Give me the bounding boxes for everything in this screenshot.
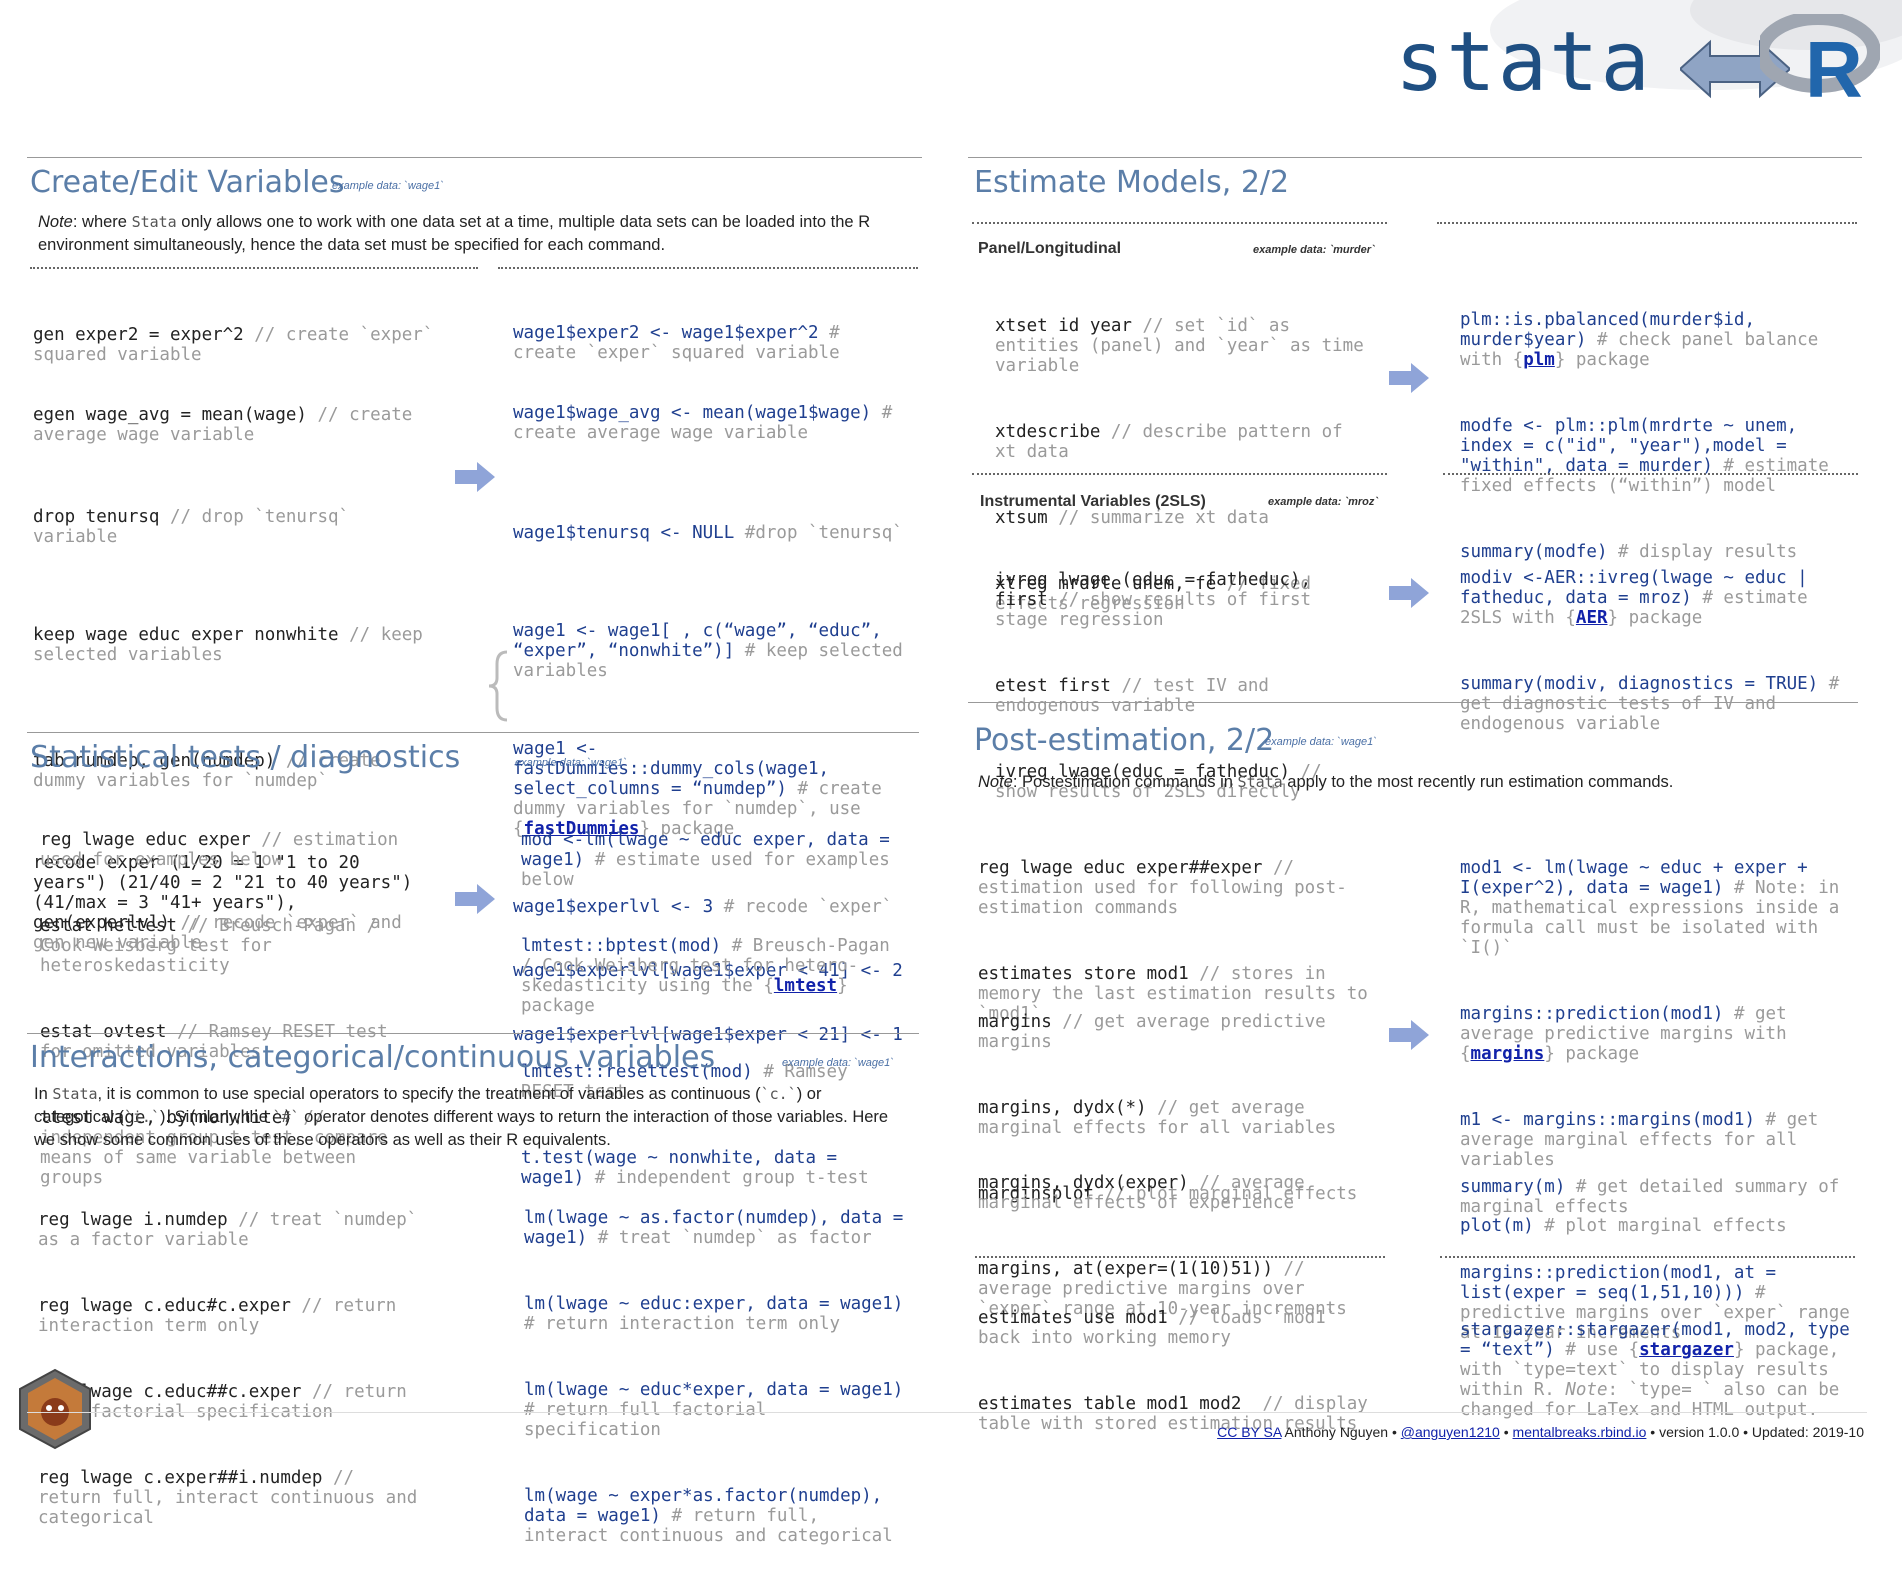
code-line: lm(lwage ~ educ*exper, data = wage1) # r…: [524, 1380, 914, 1440]
iv-subheading: Instrumental Variables (2SLS): [980, 493, 1206, 510]
create-note: Note: where Stata only allows one to wor…: [38, 213, 871, 254]
code-line: wage1$tenursq <- NULL #drop `tenursq`: [513, 523, 903, 543]
example-data-label: example data: `mroz`: [1268, 496, 1379, 508]
section-title-stats: Statistical tests / diagnostics: [30, 740, 461, 775]
r-code-block: modiv <-AER::ivreg(lwage ~ educ | fathed…: [1460, 528, 1860, 760]
avatar: [18, 1368, 92, 1450]
stargazer-link[interactable]: stargazer: [1639, 1340, 1734, 1360]
divider: [27, 1033, 919, 1034]
license-link[interactable]: CC BY SA: [1217, 1424, 1281, 1440]
code-line: wage1$exper2 <- wage1$exper^2 # create `…: [513, 323, 851, 363]
code-line: drop tenursq // drop `tenursq` variable: [33, 507, 360, 547]
example-data-label: example data: `murder`: [1253, 244, 1375, 256]
code-line: stargazer::stargazer(mod1, mod2, type = …: [1460, 1320, 1861, 1420]
code-line: reg lwage c.educ##c.exper // return full…: [38, 1382, 418, 1422]
website-link[interactable]: mentalbreaks.rbind.io: [1513, 1424, 1647, 1440]
curly-brace: [487, 650, 511, 722]
dotted-divider: [498, 267, 918, 269]
post-note: Note: Postestimation commands in Stata a…: [978, 773, 1674, 791]
margins-link[interactable]: margins: [1471, 1044, 1545, 1064]
twitter-link[interactable]: @anguyen1210: [1401, 1424, 1500, 1440]
dotted-divider: [972, 473, 1387, 475]
divider: [968, 157, 1862, 158]
code-line: estimates use mod1 // loads `mod1` back …: [978, 1308, 1347, 1348]
r-code-block: lm(lwage ~ as.factor(numdep), data = wag…: [524, 1168, 904, 1572]
code-line: wage1$wage_avg <- mean(wage1$wage) # cre…: [513, 403, 903, 443]
r-code-block: mod1 <- lm(lwage ~ educ + exper + I(expe…: [1460, 818, 1860, 984]
dotted-divider: [30, 267, 478, 269]
dotted-divider: [1437, 222, 1857, 224]
stata-logo-text: stata: [1395, 15, 1652, 110]
code-line: xtdescribe // describe pattern of xt dat…: [995, 422, 1354, 462]
interactions-note: In Stata, it is common to use special op…: [34, 1085, 889, 1149]
section-title-create: Create/Edit Variables: [30, 165, 345, 200]
example-data-label: example data: `wage1`: [782, 1057, 894, 1069]
code-line: reg lwage c.educ#c.exper // return inter…: [38, 1296, 407, 1336]
example-data-label: example data: `wage1`: [332, 180, 444, 192]
divider: [27, 157, 922, 158]
code-line: lm(lwage ~ as.factor(numdep), data = wag…: [524, 1208, 914, 1248]
dotted-divider: [1440, 1256, 1855, 1258]
r-logo-letter: R: [1805, 25, 1863, 114]
footer: CC BY SA Anthony Nguyen • @anguyen1210 •…: [1217, 1424, 1864, 1440]
code-line: estat hettest // Breusch-Pagan / Cook-We…: [40, 916, 388, 976]
code-line: xtset id year // set `id` as entities (p…: [995, 316, 1375, 376]
stata-code-block: reg lwage i.numdep // treat `numdep` as …: [38, 1170, 423, 1554]
code-line: mod <-lm(lwage ~ educ exper, data = wage…: [521, 830, 901, 890]
lmtest-link[interactable]: lmtest: [774, 976, 837, 996]
divider: [27, 732, 919, 733]
code-line: xtsum // summarize xt data: [995, 508, 1269, 528]
code-line: lm(wage ~ exper*as.factor(numdep), data …: [524, 1486, 893, 1546]
arrow-right-icon: [1389, 578, 1429, 608]
divider: [968, 702, 1858, 703]
section-title-post: Post-estimation, 2/2: [974, 723, 1275, 758]
r-code-block: stargazer::stargazer(mod1, mod2, type = …: [1460, 1280, 1860, 1446]
code-line: summary(modiv, diagnostics = TRUE) # get…: [1460, 674, 1850, 734]
code-line: margins, dydx(exper) // average marginal…: [978, 1173, 1316, 1213]
code-line: margins, dydx(*) // get average marginal…: [978, 1098, 1337, 1138]
dotted-divider: [972, 222, 1387, 224]
code-line: lmtest::bptest(mod) # Breusch-Pagan / Co…: [521, 936, 901, 1016]
arrow-right-icon: [455, 462, 495, 492]
code-line: etest first // test IV and endogenous va…: [995, 676, 1280, 716]
example-data-label: example data: `wage1`: [515, 757, 627, 769]
code-line: wage1 <- wage1[ , c(“wage”, “educ”, “exp…: [513, 621, 914, 681]
arrow-right-icon: [455, 884, 495, 914]
code-line: plm::is.pbalanced(murder$id, murder$year…: [1460, 310, 1829, 370]
code-line: margins::prediction(mod1) # get average …: [1460, 1004, 1798, 1064]
arrow-right-icon: [1389, 363, 1429, 393]
code-line: keep wage educ exper nonwhite // keep se…: [33, 625, 434, 665]
dotted-divider: [1443, 473, 1858, 475]
footer-divider: [27, 1412, 1867, 1413]
code-line: lm(lwage ~ educ:exper, data = wage1) # r…: [524, 1294, 914, 1334]
code-line: summary(m) # get detailed summary of mar…: [1460, 1177, 1850, 1217]
code-line: reg lwage c.exper##i.numdep // return fu…: [38, 1468, 428, 1528]
plm-link[interactable]: plm: [1523, 350, 1555, 370]
code-line: ivreg lwage (educ = fatheduc), first // …: [995, 570, 1322, 630]
code-line: gen exper2 = exper^2 // create `exper` s…: [33, 325, 444, 365]
example-data-label: example data: `wage1`: [1265, 736, 1377, 748]
arrow-right-icon: [1389, 1020, 1429, 1050]
code-line: mod1 <- lm(lwage ~ educ + exper + I(expe…: [1460, 858, 1850, 958]
code-line: egen wage_avg = mean(wage) // create ave…: [33, 405, 423, 445]
code-line: margins // get average predictive margin…: [978, 1012, 1337, 1052]
code-line: reg lwage educ exper##exper // estimatio…: [978, 858, 1347, 918]
aer-link[interactable]: AER: [1576, 608, 1608, 628]
section-title-models: Estimate Models, 2/2: [974, 165, 1290, 200]
code-line: modfe <- plm::plm(mrdrte ~ unem, index =…: [1460, 416, 1840, 496]
panel-subheading: Panel/Longitudinal: [978, 240, 1122, 257]
code-line: reg lwage educ exper // estimation used …: [40, 830, 409, 870]
dotted-divider: [975, 1256, 1385, 1258]
code-line: reg lwage i.numdep // treat `numdep` as …: [38, 1210, 428, 1250]
section-title-interactions: Interactions, categorical/continuous var…: [30, 1040, 716, 1075]
code-line: modiv <-AER::ivreg(lwage ~ educ | fathed…: [1460, 568, 1819, 628]
